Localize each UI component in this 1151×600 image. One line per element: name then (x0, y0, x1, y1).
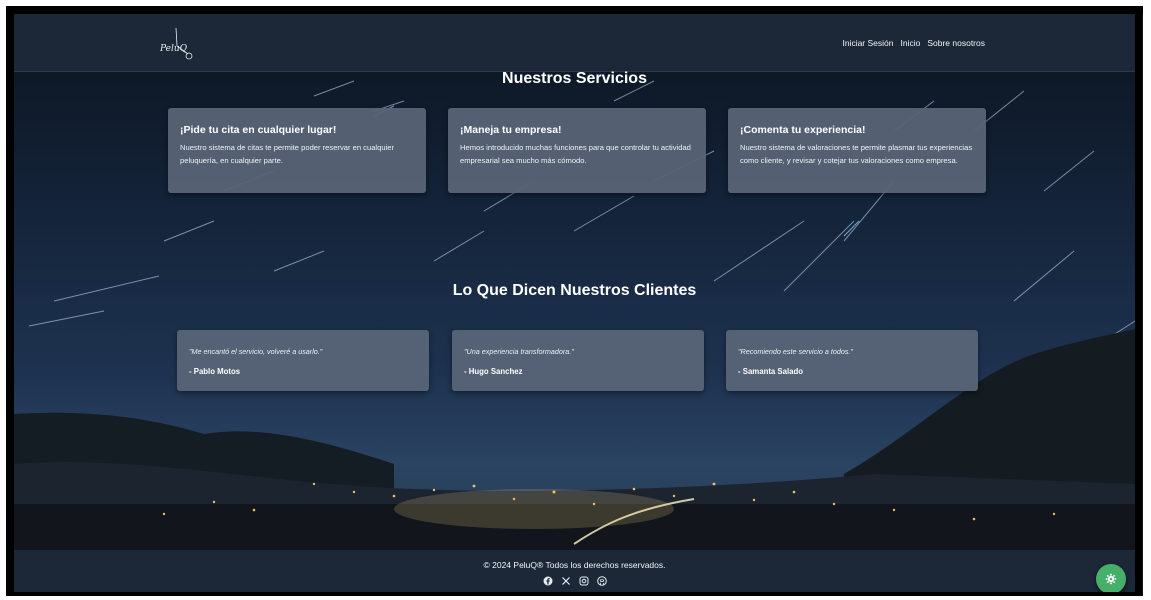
service-card-title: ¡Maneja tu empresa! (460, 124, 562, 136)
instagram-icon[interactable] (579, 576, 589, 586)
testimonial-card: "Me encantó el servicio, volveré a usarl… (177, 330, 429, 391)
vertical-scrollbar[interactable]: ▲ ▼ (1142, 14, 1143, 596)
top-navbar: PeluQ Iniciar Sesión Inicio Sobre nosotr… (14, 14, 1135, 72)
service-card-title: ¡Pide tu cita en cualquier lugar! (180, 124, 337, 136)
testimonials-heading: Lo Que Dicen Nuestros Clientes (452, 282, 697, 299)
peluq-logo[interactable]: PeluQ (160, 24, 200, 64)
nav-login-link[interactable]: Iniciar Sesión (842, 38, 893, 48)
testimonial-quote: "Me encantó el servicio, volveré a usarl… (189, 347, 323, 356)
testimonial-quote: "Recomiendo este servicio a todos." (738, 347, 853, 356)
nav-links: Iniciar Sesión Inicio Sobre nosotros (842, 38, 985, 48)
testimonial-card: "Una experiencia transformadora." - Hugo… (452, 330, 704, 391)
settings-button[interactable] (1096, 564, 1126, 592)
facebook-icon[interactable] (543, 576, 553, 586)
testimonial-card: "Recomiendo este servicio a todos." - Sa… (726, 330, 978, 391)
page-background: PeluQ Iniciar Sesión Inicio Sobre nosotr… (14, 14, 1135, 592)
browser-viewport: PeluQ Iniciar Sesión Inicio Sobre nosotr… (6, 6, 1143, 596)
gear-icon (1105, 573, 1117, 585)
testimonial-author: - Pablo Motos (189, 367, 241, 376)
testimonial-author: - Samanta Salado (738, 367, 803, 376)
x-icon[interactable] (561, 576, 571, 586)
page-footer: © 2024 PeluQ® Todos los derechos reserva… (14, 550, 1135, 592)
github-icon[interactable] (596, 576, 607, 586)
service-card-title: ¡Comenta tu experiencia! (740, 124, 866, 136)
scroll-down-arrow-icon[interactable]: ▼ (1142, 589, 1144, 596)
service-card-text: Hemos introducido muchas funciones para … (460, 143, 691, 165)
services-heading: Nuestros Servicios (502, 70, 647, 87)
social-links (14, 576, 1135, 586)
service-card-text: Nuestro sistema de valoraciones te permi… (740, 143, 973, 165)
service-card: ¡Comenta tu experiencia! Nuestro sistema… (728, 108, 986, 193)
scroll-up-arrow-icon[interactable]: ▲ (1142, 14, 1144, 21)
footer-copyright: © 2024 PeluQ® Todos los derechos reserva… (483, 560, 666, 570)
service-card: ¡Pide tu cita en cualquier lugar! Nuestr… (168, 108, 426, 193)
testimonial-author: - Hugo Sanchez (464, 367, 523, 376)
nav-about-link[interactable]: Sobre nosotros (927, 38, 985, 48)
logo-text: PeluQ (160, 44, 188, 54)
nav-home-link[interactable]: Inicio (901, 38, 921, 48)
service-card-text: Nuestro sistema de citas te permite pode… (180, 143, 394, 165)
service-card: ¡Maneja tu empresa! Hemos introducido mu… (448, 108, 706, 193)
testimonial-quote: "Una experiencia transformadora." (464, 347, 574, 356)
